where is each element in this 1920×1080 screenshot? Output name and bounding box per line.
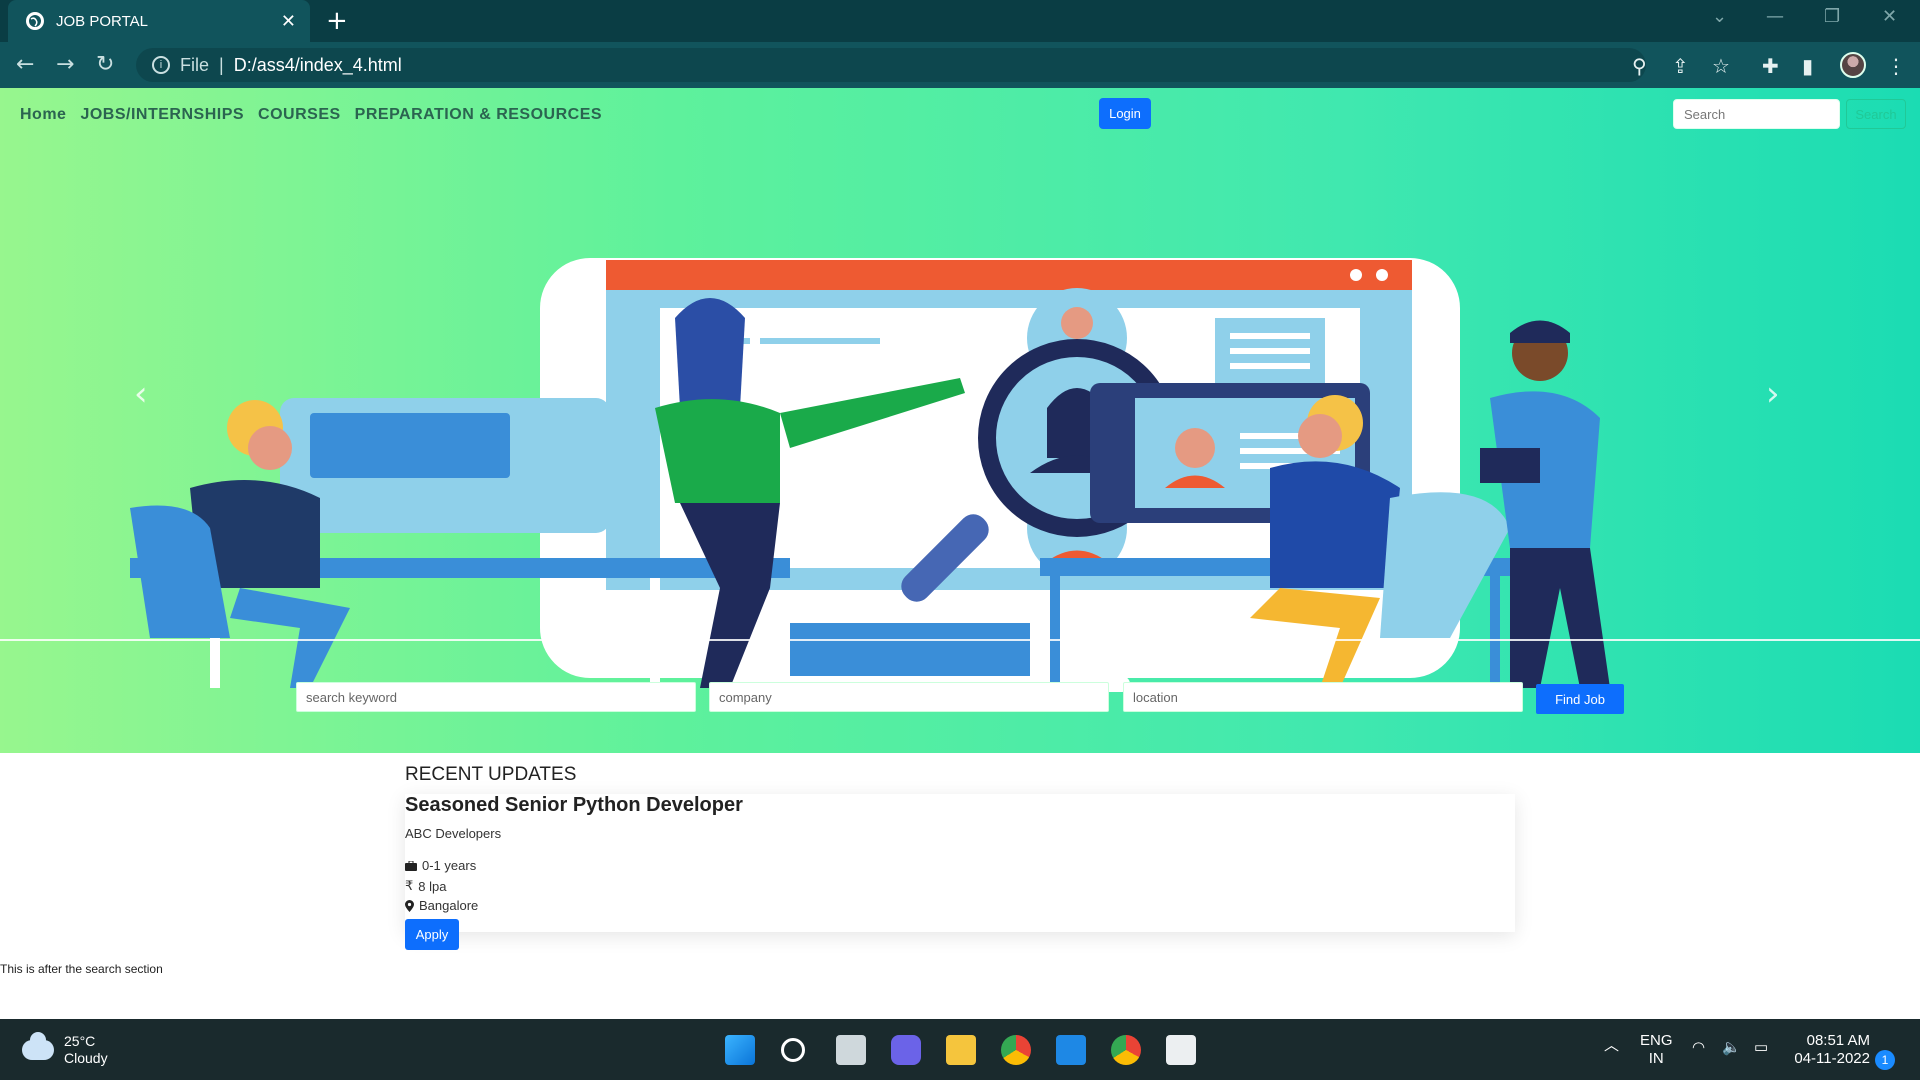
notification-badge[interactable]: 1 [1875,1050,1895,1070]
globe-icon [26,12,44,30]
snipping-tool-icon[interactable] [1166,1035,1196,1065]
cloud-icon [22,1032,54,1060]
find-job-button[interactable]: Find Job [1536,684,1624,714]
job-location: Bangalore [405,898,478,913]
language-bottom: IN [1648,1050,1664,1067]
job-experience: 0-1 years [405,858,476,873]
weather-temperature: 25°C [64,1033,96,1049]
task-view-icon[interactable] [836,1035,866,1065]
browser-tabbar: JOB PORTAL ✕ + ⌄ — ❐ ✕ [0,0,1920,42]
restore-icon[interactable]: ❐ [1824,6,1840,27]
after-search-text: This is after the search section [0,962,163,976]
tab-search-icon[interactable]: ⌄ [1712,6,1727,27]
nav-links: Home JOBS/INTERNSHIPS COURSES PREPARATIO… [20,106,602,124]
browser-tab[interactable]: JOB PORTAL ✕ [8,0,310,42]
address-bar[interactable]: i File | D:/ass4/index_4.html [136,48,1646,82]
site-navbar: Home JOBS/INTERNSHIPS COURSES PREPARATIO… [0,88,1920,140]
carousel-next-icon[interactable]: › [1766,374,1780,414]
job-location-text: Bangalore [419,898,479,913]
page-content: Home JOBS/INTERNSHIPS COURSES PREPARATIO… [0,88,1920,1019]
nav-search-button[interactable]: Search [1846,99,1906,129]
chrome-icon[interactable] [1001,1035,1031,1065]
hero-section: Home JOBS/INTERNSHIPS COURSES PREPARATIO… [0,88,1920,753]
language-top: ENG [1640,1032,1673,1049]
file-explorer-icon[interactable] [946,1035,976,1065]
map-pin-icon [405,899,414,912]
clock-time: 08:51 AM [1806,1032,1870,1049]
window-close-icon[interactable]: ✕ [1882,6,1897,27]
company-search-input[interactable]: company [709,682,1109,712]
bookmark-star-icon[interactable]: ☆ [1712,54,1730,78]
hero-illustration [130,258,1610,692]
volume-icon[interactable]: 🔈 [1722,1039,1741,1057]
rupee-icon: ₹ [405,878,414,893]
apply-button[interactable]: Apply [405,919,459,950]
job-experience-text: 0-1 years [422,858,477,873]
login-button[interactable]: Login [1099,98,1151,129]
nav-link-courses[interactable]: COURSES [258,106,341,124]
location-search-input[interactable]: location [1123,682,1523,712]
hero-divider [0,639,1920,641]
language-indicator[interactable]: ENG IN [1640,1032,1673,1068]
job-salary-text: 8 lpa [418,878,447,894]
reload-icon[interactable]: ↻ [96,52,114,77]
profile-avatar[interactable] [1840,52,1866,78]
extensions-icon[interactable]: ✚ [1762,54,1779,78]
back-icon[interactable]: ← [16,52,34,77]
nav-link-jobs[interactable]: JOBS/INTERNSHIPS [80,106,244,124]
chrome-profile-icon[interactable] [1111,1035,1141,1065]
forward-icon[interactable]: → [56,52,74,77]
battery-icon[interactable]: ▭ [1754,1039,1768,1057]
new-tab-icon[interactable]: + [326,6,348,36]
weather-condition: Cloudy [64,1050,108,1066]
job-salary: ₹ 8 lpa [405,878,446,894]
mail-icon[interactable] [1056,1035,1086,1065]
recent-updates-heading: RECENT UPDATES [405,764,577,785]
job-company: ABC Developers [405,826,502,841]
nav-link-home[interactable]: Home [20,106,66,124]
nav-link-preparation[interactable]: PREPARATION & RESOURCES [355,106,602,124]
tab-title: JOB PORTAL [56,12,148,30]
address-url: D:/ass4/index_4.html [233,54,402,75]
briefcase-icon [405,860,417,871]
job-card: Seasoned Senior Python Developer ABC Dev… [405,794,1515,950]
weather-widget[interactable]: 25°C Cloudy [22,1032,108,1067]
address-scheme: File [180,54,210,75]
wifi-icon[interactable]: ◠ [1692,1039,1705,1057]
zoom-icon[interactable]: ⚲ [1632,54,1647,78]
info-icon[interactable]: i [152,56,170,74]
teams-chat-icon[interactable] [891,1035,921,1065]
side-panel-icon[interactable]: ▮ [1802,54,1813,78]
job-title: Seasoned Senior Python Developer [405,794,743,816]
carousel-prev-icon[interactable]: ‹ [134,374,148,414]
tab-close-icon[interactable]: ✕ [281,11,296,32]
share-icon[interactable]: ⇪ [1672,54,1689,78]
os-taskbar: 25°C Cloudy ︿ ENG IN ◠ 🔈 ▭ 08:51 AM 04-1… [0,1019,1920,1080]
address-separator: | [219,54,224,75]
keyword-search-input[interactable]: search keyword [296,682,696,712]
search-icon[interactable] [781,1038,805,1062]
minimize-icon[interactable]: — [1766,6,1784,27]
start-icon[interactable] [725,1035,755,1065]
tray-overflow-icon[interactable]: ︿ [1604,1037,1619,1055]
clock[interactable]: 08:51 AM 04-11-2022 [1792,1032,1870,1068]
clock-date: 04-11-2022 [1794,1050,1870,1067]
menu-icon[interactable]: ⋮ [1886,54,1906,78]
nav-search-input[interactable]: Search [1673,99,1840,129]
